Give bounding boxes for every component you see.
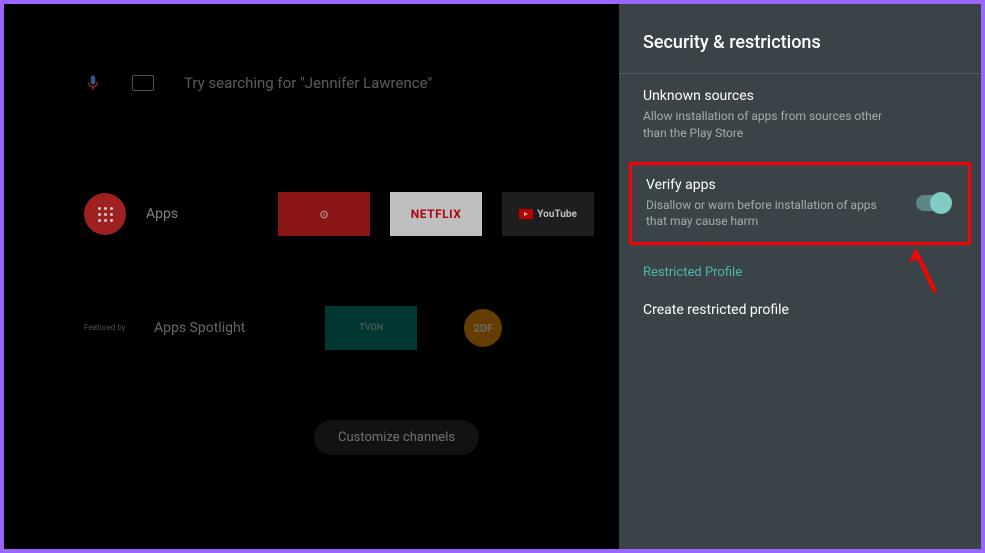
home-screen: Try searching for "Jennifer Lawrence" Ap… [4,4,619,549]
customize-channels-button[interactable]: Customize channels [314,420,479,455]
setting-item-desc: Allow installation of apps from sources … [643,108,957,142]
apps-row: Apps ⊙ NETFLIX YouTube [84,192,619,236]
mic-icon[interactable] [84,74,102,92]
settings-panel: Security & restrictions Unknown sources … [619,4,981,549]
setting-item-title: Create restricted profile [643,302,957,318]
toggle-knob [930,192,952,214]
settings-title: Security & restrictions [619,4,981,74]
spotlight-label: Apps Spotlight [154,320,245,336]
setting-item-title: Verify apps [646,177,954,193]
app-tile-netflix[interactable]: NETFLIX [390,192,482,236]
keyboard-icon[interactable] [132,75,154,91]
apps-label: Apps [146,206,178,222]
setting-unknown-sources[interactable]: Unknown sources Allow installation of ap… [619,74,981,156]
spotlight-tile-tvon[interactable]: TVON [325,306,417,350]
restricted-profile-section: Restricted Profile [619,251,981,288]
screen-container: Try searching for "Jennifer Lawrence" Ap… [4,4,981,549]
verify-apps-toggle[interactable] [916,195,950,211]
search-placeholder[interactable]: Try searching for "Jennifer Lawrence" [184,74,432,92]
apps-icon[interactable] [84,193,126,235]
spotlight-row: Featured by Apps Spotlight TVON 2DF [84,306,619,350]
setting-create-restricted-profile[interactable]: Create restricted profile [619,288,981,336]
search-row: Try searching for "Jennifer Lawrence" [84,74,619,92]
featured-by-label: Featured by [84,323,134,333]
app-tile-youtube[interactable]: YouTube [502,192,594,236]
setting-verify-apps[interactable]: Verify apps Disallow or warn before inst… [629,162,971,246]
app-tile-expressvpn[interactable]: ⊙ [278,192,370,236]
spotlight-tile-zdf[interactable]: 2DF [437,306,529,350]
setting-item-title: Unknown sources [643,88,957,104]
setting-item-desc: Disallow or warn before installation of … [646,197,954,231]
